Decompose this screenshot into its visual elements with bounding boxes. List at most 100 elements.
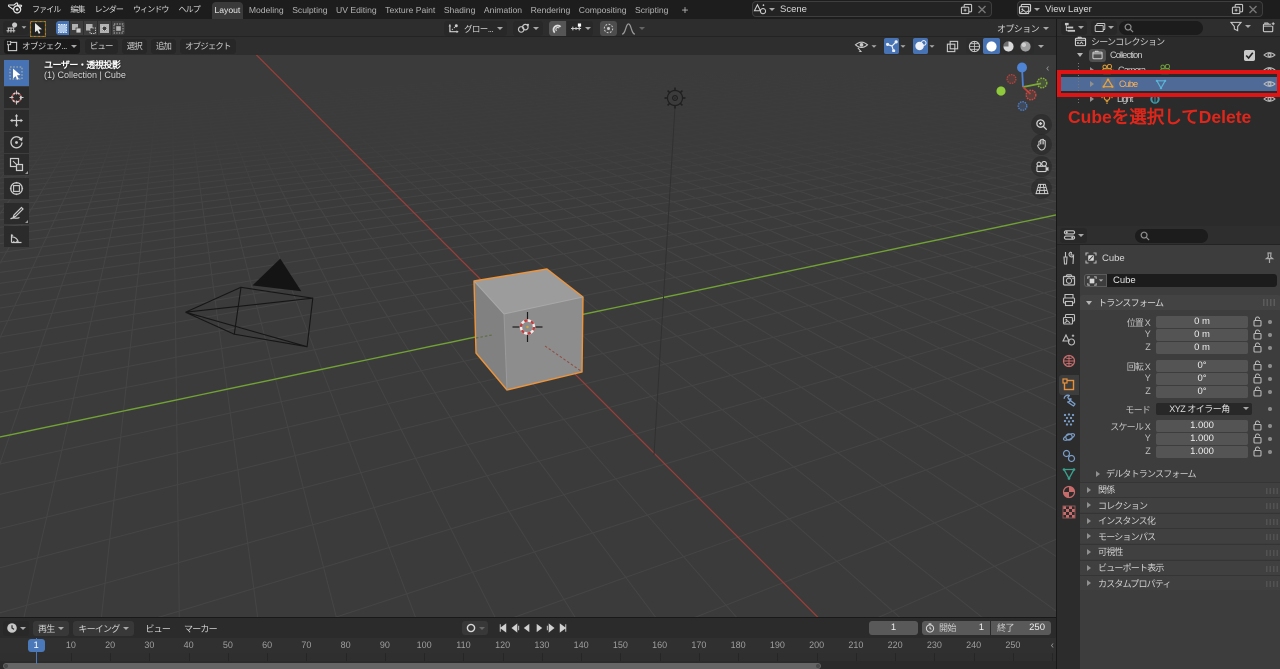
panel-1[interactable]: コレクション [1080, 497, 1280, 513]
new-view-layer-icon[interactable] [1231, 3, 1244, 15]
cube-object[interactable] [473, 268, 584, 391]
workspace-tab-layout[interactable]: Layout [212, 2, 243, 19]
outliner-row-collection[interactable]: Collection [1057, 48, 1280, 62]
workspace-tab-animation[interactable]: Animation [481, 2, 524, 19]
panel-drag-dots[interactable] [1266, 487, 1278, 494]
breadcrumb-object-name[interactable]: Cube [1097, 253, 1125, 264]
lock-icon[interactable] [1253, 329, 1262, 343]
zoom-button[interactable] [1031, 114, 1052, 135]
tool-annotate[interactable] [4, 203, 29, 224]
outliner-row-scene-collection[interactable]: シーンコレクション [1057, 34, 1280, 48]
transport-play-reverse-button[interactable] [521, 620, 533, 635]
panel-4[interactable]: 可視性 [1080, 543, 1280, 559]
tool-rotate[interactable] [4, 132, 29, 153]
panel-drag-dots[interactable] [1266, 581, 1278, 588]
object-id-icon-button[interactable] [1084, 274, 1107, 287]
transform-orientation-group[interactable]: グロー... [444, 21, 645, 36]
properties-tab-physics[interactable] [1059, 427, 1079, 447]
row-label[interactable]: シーンコレクション [1087, 35, 1165, 48]
lock-icon[interactable] [1253, 446, 1262, 460]
transport-jump-to-start-button[interactable] [497, 620, 509, 635]
view-layer-selector[interactable]: View Layer [1017, 1, 1263, 17]
properties-tab-texture[interactable] [1059, 502, 1079, 522]
rotation-x-field[interactable]: 0° [1156, 359, 1248, 372]
workspace-tab-compositing[interactable]: Compositing [576, 2, 629, 19]
animate-dot[interactable] [1268, 376, 1272, 381]
show-overlays-button-caret[interactable] [929, 44, 935, 48]
location-y-field[interactable]: 0 m [1156, 328, 1248, 342]
tool-cursor[interactable] [4, 87, 29, 108]
camera-view-button[interactable] [1031, 156, 1052, 177]
shading-material-button[interactable] [1000, 38, 1017, 54]
transport-play-button[interactable] [533, 620, 545, 635]
perspective-toggle-button[interactable] [1031, 178, 1052, 199]
panel-drag-dots[interactable] [1263, 299, 1277, 306]
panel-drag-dots[interactable] [1266, 534, 1278, 541]
panel-drag-dots[interactable] [1266, 518, 1278, 525]
options-button[interactable]: オプション [997, 21, 1050, 36]
shading-solid-button[interactable] [983, 38, 1000, 54]
properties-tab-render[interactable] [1059, 270, 1079, 290]
animate-dot[interactable] [1268, 319, 1272, 324]
properties-search-input[interactable] [1135, 228, 1208, 243]
unlink-scene-icon[interactable] [976, 4, 988, 15]
select-mode-extend[interactable] [70, 21, 83, 35]
animate-dot[interactable] [1268, 423, 1272, 428]
scale-z-field[interactable]: 1.000 [1156, 445, 1248, 459]
tool-scale[interactable] [4, 154, 29, 175]
remove-view-layer-icon[interactable] [1247, 4, 1259, 15]
timeline-menu-0[interactable]: 再生 [33, 620, 70, 636]
lock-icon[interactable] [1253, 373, 1262, 387]
shading-dropdown-caret[interactable] [1038, 44, 1044, 48]
object-visibility-button[interactable] [853, 38, 870, 54]
panel-2[interactable]: インスタンス化 [1080, 512, 1280, 528]
show-overlays-button[interactable] [913, 38, 928, 54]
orientation-label[interactable]: グロー... [460, 23, 497, 35]
select-mode-set[interactable] [56, 21, 69, 35]
transport-jump-to-end-button[interactable] [557, 620, 569, 635]
select-mode-intersect[interactable] [112, 21, 125, 35]
outliner-search-input[interactable] [1119, 21, 1203, 35]
frame-end-field[interactable]: 終了 250 [991, 620, 1051, 635]
panel-drag-dots[interactable] [1266, 565, 1278, 572]
scale-x-field[interactable]: 1.000 [1156, 419, 1248, 432]
viewport-3d[interactable]: ユーザー・透視投影 (1) Collection | Cube ‹ [0, 55, 1056, 617]
animate-dot[interactable] [1268, 449, 1272, 454]
current-frame-field[interactable]: 1 [869, 620, 918, 635]
panel-3[interactable]: モーションパス [1080, 528, 1280, 544]
proportional-edit-group[interactable] [600, 21, 645, 36]
tool-transform[interactable] [4, 178, 29, 199]
blender-logo-icon[interactable] [0, 2, 27, 17]
rotation-z-field[interactable]: 0° [1156, 385, 1248, 399]
tool-measure[interactable] [4, 226, 29, 247]
properties-tab-scene[interactable] [1059, 330, 1079, 350]
visibility-eye-icon[interactable] [1263, 50, 1276, 62]
animate-dot[interactable] [1268, 406, 1272, 411]
frame-start-field[interactable]: 開始 1 [922, 620, 990, 635]
properties-tab-world[interactable] [1059, 351, 1079, 371]
falloff-curve-icon[interactable] [621, 22, 636, 35]
animate-dot[interactable] [1268, 332, 1272, 337]
select-mode-subtract[interactable] [84, 21, 97, 35]
lock-icon[interactable] [1253, 386, 1262, 400]
timeline-collapse-arrow[interactable]: ‹ [1051, 640, 1054, 651]
workspace-tab-shading[interactable]: Shading [441, 2, 478, 19]
transport-prev-keyframe-button[interactable] [509, 620, 521, 635]
object-visibility-button-caret[interactable] [871, 44, 877, 48]
tool-move[interactable] [4, 110, 29, 131]
scrollbar-left-handle[interactable] [4, 663, 8, 668]
proportional-edit-icon[interactable] [600, 21, 617, 36]
snap-increment-button[interactable] [567, 21, 593, 36]
menu-help[interactable]: ヘルプ [174, 0, 205, 19]
outliner-filter-button[interactable] [1230, 21, 1251, 32]
auto-keying-button[interactable] [462, 621, 488, 635]
xray-toggle-button[interactable] [944, 38, 960, 54]
shading-wireframe-button[interactable] [966, 38, 983, 54]
scrollbar-right-handle[interactable] [816, 663, 820, 668]
scene-selector[interactable]: Scene [752, 1, 992, 17]
timeline-editor-type-button[interactable] [3, 620, 29, 636]
panel-0[interactable]: 関係 [1080, 481, 1280, 497]
outliner-display-mode-button[interactable] [1061, 20, 1087, 35]
properties-tab-data[interactable] [1059, 464, 1079, 484]
pin-icon[interactable] [1264, 252, 1275, 267]
